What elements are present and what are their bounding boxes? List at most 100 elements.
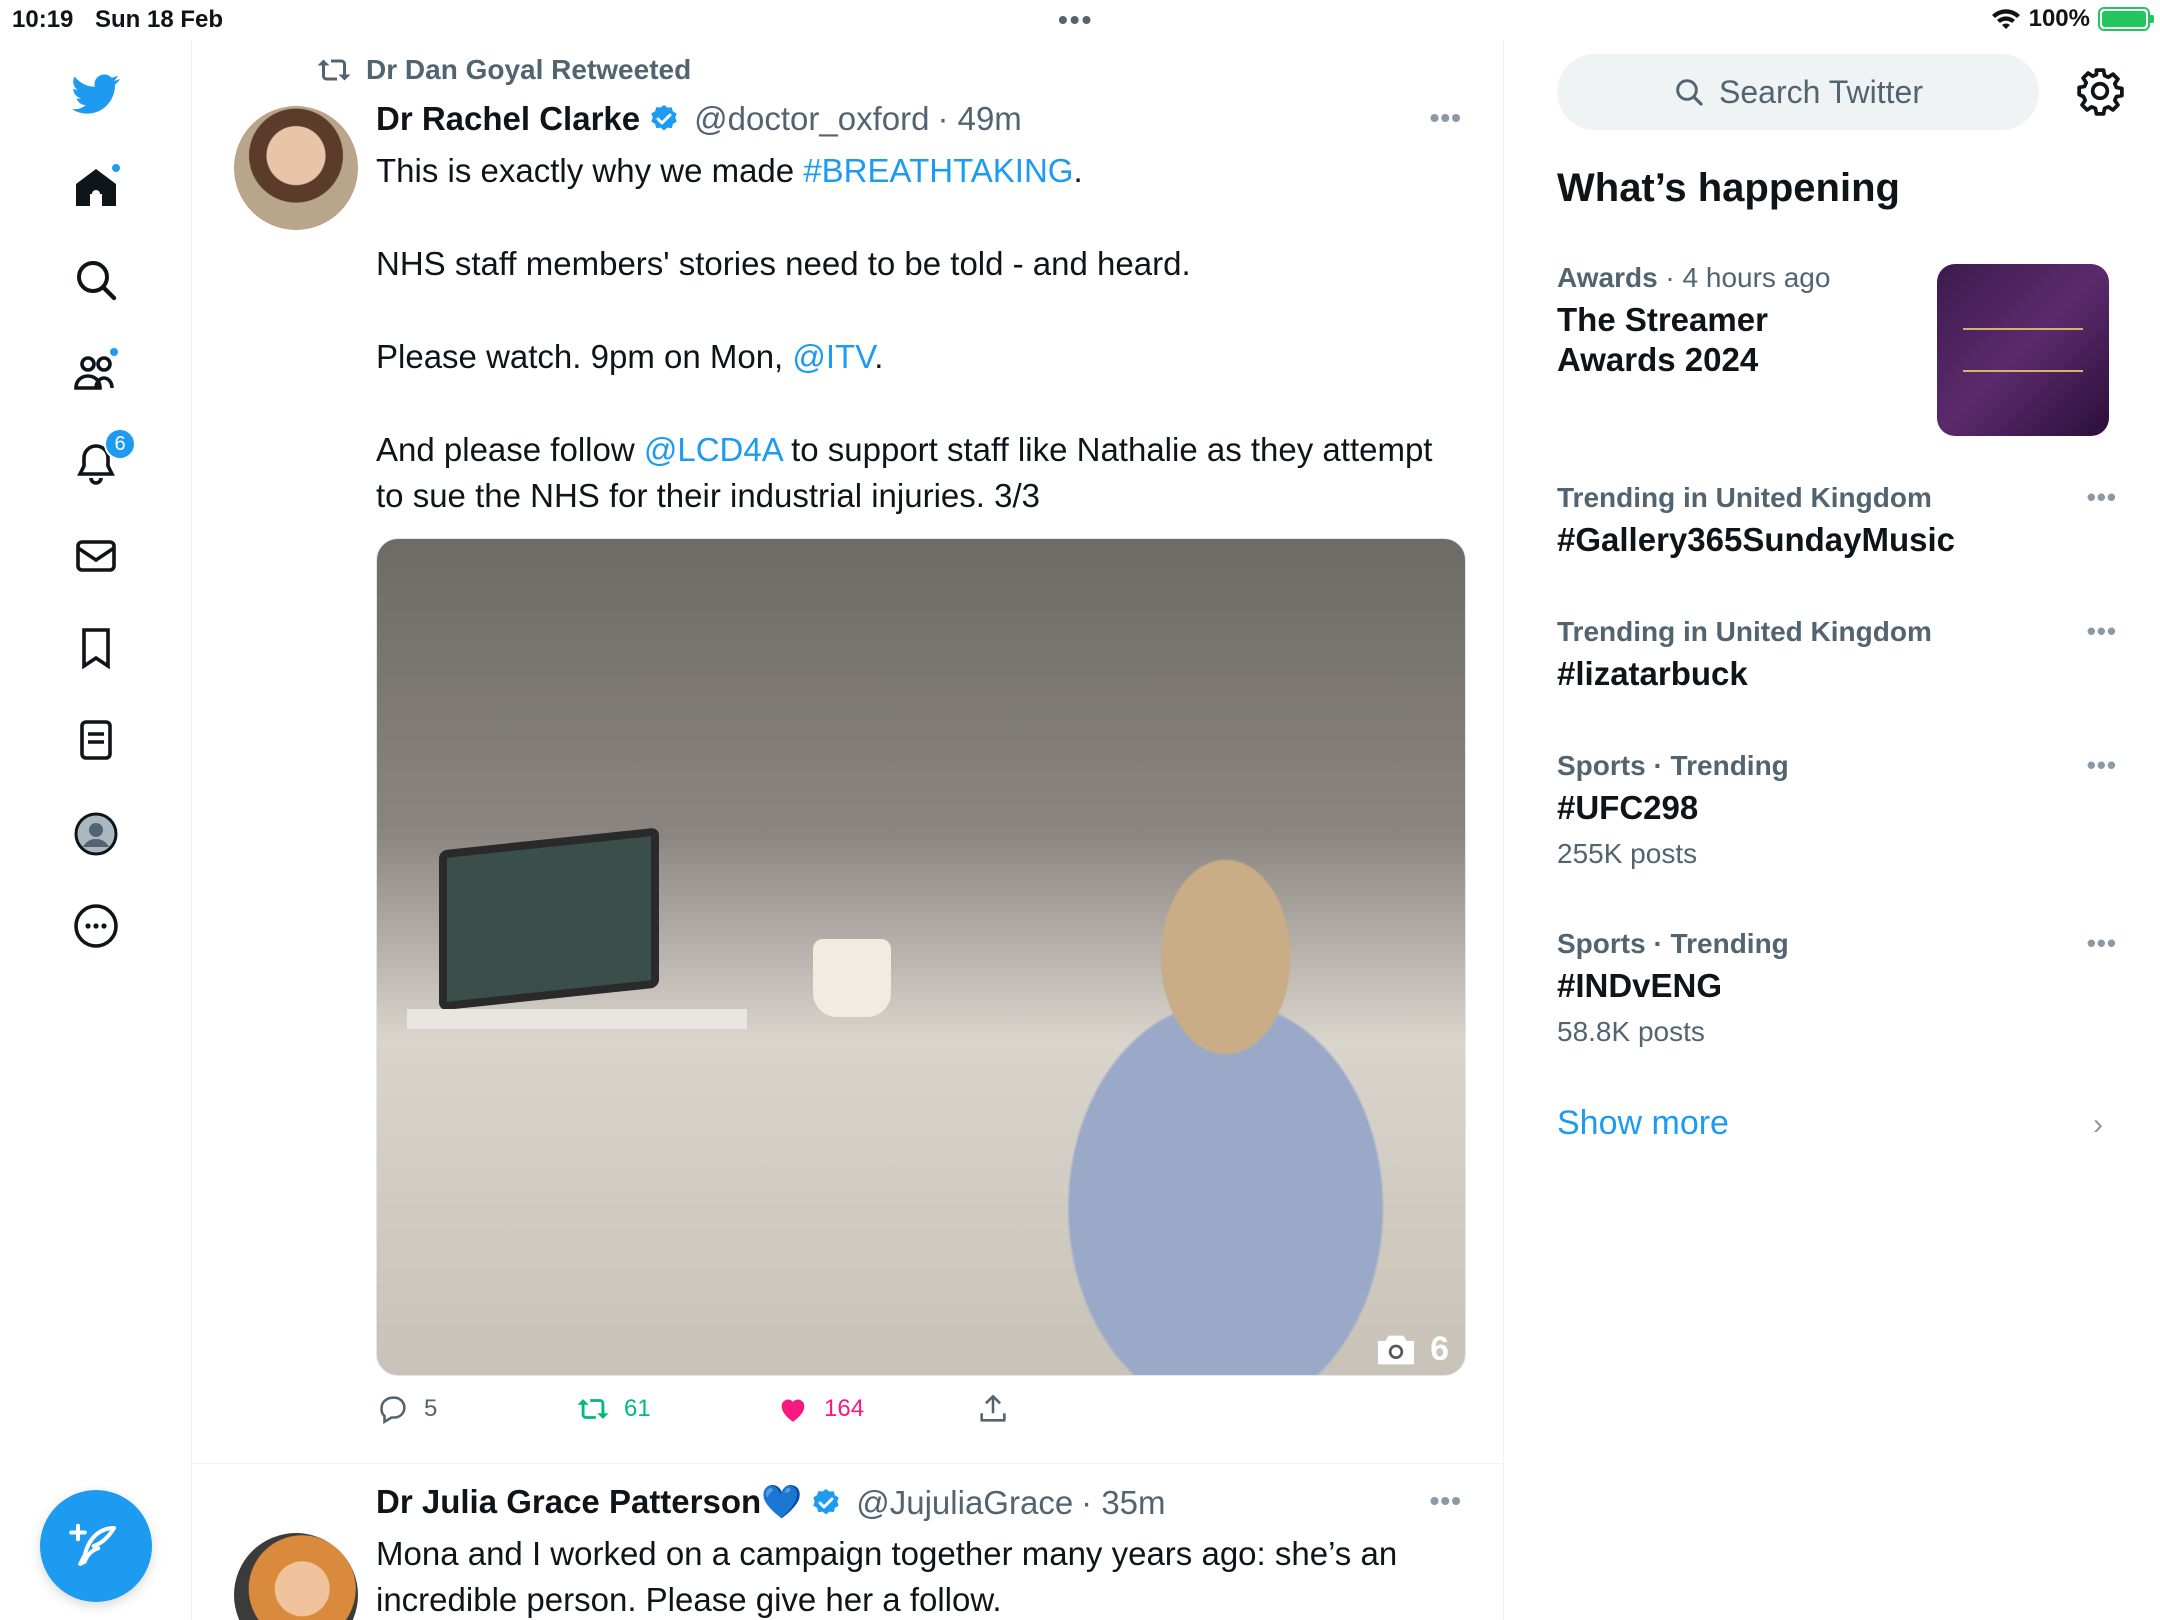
- avatar[interactable]: [234, 106, 358, 230]
- twitter-bird-icon[interactable]: [68, 66, 124, 122]
- bookmark-icon[interactable]: [68, 620, 124, 676]
- tweet-more-button[interactable]: •••: [1430, 102, 1462, 134]
- author-name[interactable]: Dr Rachel Clarke: [376, 100, 640, 138]
- gear-icon[interactable]: [2075, 66, 2125, 116]
- trend-item[interactable]: Sports · Trending #INDvENG 58.8K posts •…: [1557, 928, 2117, 1048]
- show-more-link[interactable]: Show more: [1557, 1104, 1729, 1143]
- status-bar: 10:19 Sun 18 Feb ••• 100%: [0, 0, 2160, 40]
- reply-button[interactable]: 5: [376, 1392, 437, 1426]
- trend-post-count: 255K posts: [1557, 838, 1698, 869]
- tweet-header: Dr Julia Grace Patterson💙 @JujuliaGrace …: [376, 1483, 1166, 1522]
- trend-more-button[interactable]: •••: [2087, 616, 2117, 647]
- retweet-icon: [577, 1399, 609, 1419]
- notifications-badge: 6: [104, 428, 136, 460]
- wifi-icon: [1991, 9, 2020, 29]
- tweet-text: This is exactly why we made #BREATHTAKIN…: [376, 148, 1436, 519]
- bell-icon[interactable]: 6: [68, 428, 136, 492]
- author-handle[interactable]: @doctor_oxford: [694, 100, 929, 138]
- profile-icon[interactable]: [68, 806, 124, 862]
- status-date: Sun 18 Feb: [95, 6, 224, 33]
- trend-title: #UFC298: [1557, 789, 1699, 826]
- compose-button[interactable]: [40, 1490, 152, 1602]
- author-handle[interactable]: @JujuliaGrace: [856, 1484, 1073, 1522]
- retweet-button[interactable]: 61: [576, 1392, 651, 1426]
- retweeted-by-label: Dr Dan Goyal Retweeted: [366, 54, 692, 85]
- photo-mug: [813, 939, 891, 1017]
- trend-category: Trending in United Kingdom: [1557, 482, 1932, 513]
- tweet-text: Mona and I worked on a campaign together…: [376, 1535, 1398, 1618]
- search-placeholder: Search Twitter: [1719, 73, 1923, 110]
- trend-thumbnail[interactable]: [1937, 264, 2109, 436]
- tweet-text-segment: .: [1073, 152, 1083, 189]
- trend-category: Sports · Trending: [1557, 928, 1789, 959]
- mention-link[interactable]: @ITV: [792, 338, 874, 375]
- trend-category: Trending in United Kingdom: [1557, 616, 1932, 647]
- tweet-time[interactable]: · 35m: [1081, 1484, 1165, 1522]
- status-time: 10:19: [12, 6, 74, 33]
- mention-link[interactable]: @LCD4A: [644, 431, 782, 468]
- lists-icon[interactable]: [68, 712, 124, 768]
- search-icon: [1676, 79, 1703, 106]
- trend-more-button[interactable]: •••: [2087, 750, 2117, 781]
- trend-more-button[interactable]: •••: [2087, 482, 2117, 513]
- trend-title: #Gallery365SundayMusic: [1557, 521, 1956, 558]
- search-icon[interactable]: [68, 252, 124, 308]
- search-box[interactable]: Search Twitter: [1557, 54, 2039, 130]
- tweet[interactable]: Dr Julia Grace Patterson💙 @JujuliaGrace …: [192, 1465, 1503, 1620]
- left-nav: 6: [0, 40, 192, 1620]
- share-icon: [980, 1394, 1006, 1422]
- home-icon[interactable]: [68, 160, 124, 216]
- whats-happening-title: What’s happening: [1557, 166, 1900, 210]
- author-name[interactable]: Dr Julia Grace Patterson💙: [376, 1483, 802, 1522]
- communities-notification-dot: [108, 346, 120, 358]
- timeline-feed[interactable]: Dr Dan Goyal Retweeted Dr Rachel Clarke …: [192, 40, 1504, 1620]
- verified-badge-icon: [813, 1488, 839, 1514]
- right-sidebar: Search Twitter What’s happening Awards ·…: [1505, 40, 2160, 1620]
- tweet-text-segment: .: [874, 338, 884, 375]
- reply-count: 5: [424, 1395, 438, 1422]
- reply-icon: [380, 1396, 406, 1425]
- tweet-photo[interactable]: 6: [376, 538, 1466, 1376]
- communities-icon[interactable]: [68, 344, 124, 400]
- retweet-icon: [317, 59, 351, 81]
- verified-badge-icon: [651, 105, 677, 131]
- trend-more-button[interactable]: •••: [2087, 928, 2117, 959]
- home-notification-dot: [110, 162, 122, 174]
- multitask-dots[interactable]: •••: [1058, 4, 1093, 36]
- trend-item[interactable]: Sports · Trending #UFC298 255K posts •••: [1557, 750, 2117, 870]
- heart-icon: [781, 1399, 805, 1422]
- more-icon[interactable]: [68, 898, 124, 954]
- photo-table: [407, 1009, 747, 1029]
- battery-percent: 100%: [2028, 5, 2090, 32]
- tweet-text-segment: And please follow: [376, 431, 644, 468]
- share-button[interactable]: [976, 1392, 1010, 1426]
- retweet-count: 61: [624, 1395, 651, 1422]
- trend-meta: · 4 hours ago: [1657, 262, 1831, 293]
- photo-laptop: [439, 827, 659, 1011]
- trend-title: #lizatarbuck: [1557, 655, 1748, 692]
- tweet[interactable]: Dr Dan Goyal Retweeted Dr Rachel Clarke …: [192, 40, 1503, 1464]
- tweet-header: Dr Rachel Clarke @doctor_oxford · 49m: [376, 100, 1022, 138]
- avatar[interactable]: [234, 1533, 358, 1620]
- trend-category: Sports · Trending: [1557, 750, 1789, 781]
- camera-icon: [1378, 1335, 1415, 1364]
- like-count: 164: [824, 1395, 865, 1422]
- tweet-text-segment: NHS staff members' stories need to be to…: [376, 245, 1191, 282]
- photo-count-value: 6: [1430, 1330, 1449, 1368]
- compose-icon: [69, 1523, 117, 1567]
- tweet-actions: 5 61 164: [376, 1392, 1276, 1432]
- tweet-more-button[interactable]: •••: [1430, 1485, 1462, 1517]
- retweet-context[interactable]: Dr Dan Goyal Retweeted: [316, 54, 691, 86]
- mail-icon[interactable]: [68, 528, 124, 584]
- like-button[interactable]: 164: [776, 1392, 864, 1426]
- trend-item[interactable]: Trending in United Kingdom #Gallery365Su…: [1557, 482, 2117, 560]
- tweet-time[interactable]: · 49m: [937, 100, 1021, 138]
- trend-post-count: 58.8K posts: [1557, 1016, 1705, 1047]
- trend-item[interactable]: Trending in United Kingdom #lizatarbuck …: [1557, 616, 2117, 694]
- status-right: 100%: [1991, 5, 2154, 33]
- tweet-text-segment: This is exactly why we made: [376, 152, 804, 189]
- battery-icon: [2098, 7, 2154, 31]
- trend-title: #INDvENG: [1557, 967, 1723, 1004]
- hashtag-link[interactable]: #BREATHTAKING: [803, 152, 1073, 189]
- trend-category: Awards: [1557, 262, 1658, 293]
